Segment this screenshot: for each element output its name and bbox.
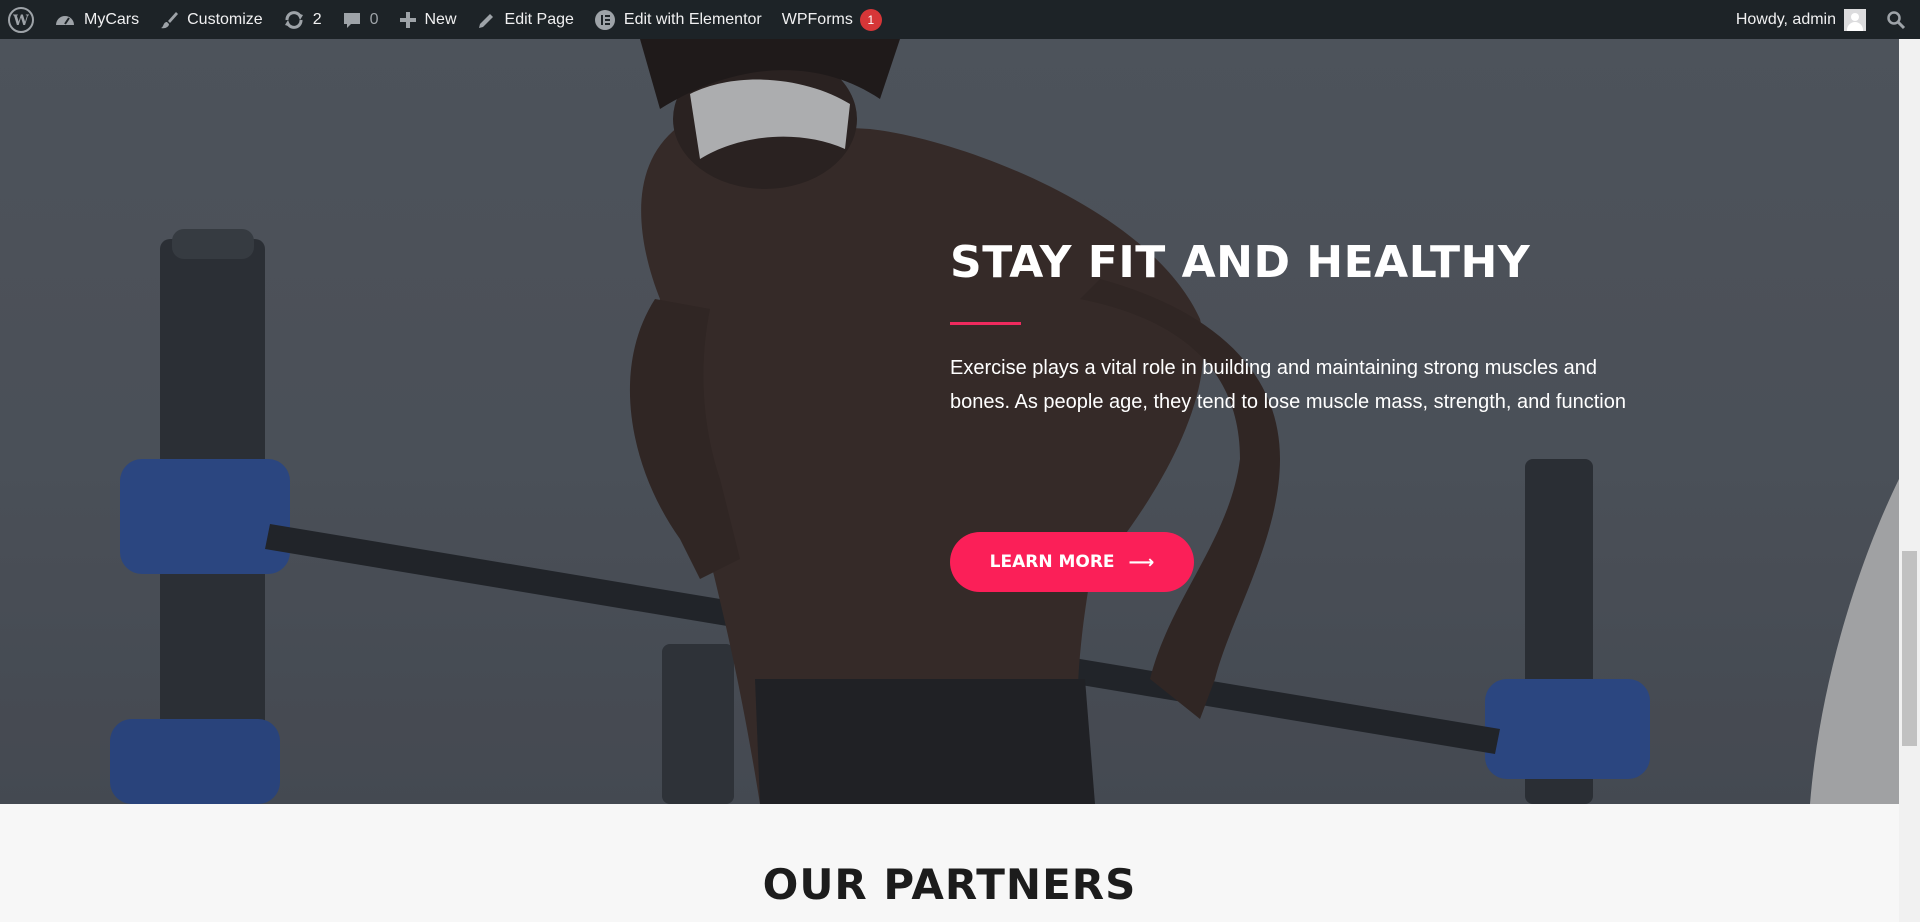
- new-label: New: [424, 10, 457, 28]
- hero-overlay: [0, 39, 1899, 804]
- updates-link[interactable]: 2: [273, 0, 332, 39]
- learn-more-label: LEARN MORE: [989, 552, 1115, 572]
- admin-search[interactable]: [1876, 0, 1920, 39]
- svg-text:W: W: [12, 13, 29, 29]
- customize-label: Customize: [187, 10, 263, 28]
- scrollbar-thumb[interactable]: [1902, 551, 1917, 746]
- edit-elementor-label: Edit with Elementor: [623, 10, 762, 28]
- wp-logo-menu[interactable]: W: [0, 0, 44, 39]
- pencil-icon: [478, 13, 493, 28]
- howdy-label: Howdy, admin: [1735, 10, 1836, 28]
- wpforms-menu[interactable]: WPForms 1: [772, 0, 892, 39]
- customize-link[interactable]: Customize: [149, 0, 273, 39]
- hero-section: STAY FIT AND HEALTHY Exercise plays a vi…: [0, 39, 1899, 804]
- elementor-icon: [594, 9, 615, 30]
- site-name-menu[interactable]: MyCars: [44, 0, 149, 39]
- hero-title: STAY FIT AND HEALTHY: [950, 237, 1531, 288]
- plus-icon: [399, 11, 416, 28]
- site-name-label: MyCars: [84, 10, 140, 28]
- wpforms-notification-badge: 1: [859, 8, 882, 31]
- my-account-menu[interactable]: Howdy, admin: [1726, 0, 1876, 39]
- comments-link[interactable]: 0: [332, 0, 389, 39]
- hero-description: Exercise plays a vital role in building …: [950, 357, 1626, 413]
- wpforms-label: WPForms: [781, 10, 853, 28]
- paintbrush-icon: [161, 11, 179, 28]
- user-avatar-icon: [1844, 8, 1866, 31]
- edit-page-link[interactable]: Edit Page: [467, 0, 584, 39]
- hero-divider: [950, 322, 1021, 325]
- new-content-menu[interactable]: New: [389, 0, 467, 39]
- updates-count: 2: [312, 10, 322, 28]
- learn-more-button[interactable]: LEARN MORE ⟶: [950, 532, 1194, 592]
- edit-elementor-link[interactable]: Edit with Elementor: [584, 0, 772, 39]
- comment-icon: [343, 12, 360, 28]
- search-icon: [1887, 10, 1906, 29]
- dashboard-icon: [56, 15, 74, 25]
- updates-icon: [284, 10, 303, 29]
- arrow-right-icon: ⟶: [1128, 551, 1155, 573]
- page-scrollbar[interactable]: [1899, 39, 1920, 922]
- partners-title: OUR PARTNERS: [762, 860, 1137, 909]
- wordpress-icon: W: [8, 6, 34, 33]
- edit-page-label: Edit Page: [504, 10, 574, 28]
- partners-section: OUR PARTNERS: [0, 804, 1899, 922]
- admin-bar: W MyCars Customize 2 0 New Edit Page Edi…: [0, 0, 1920, 39]
- comments-count: 0: [369, 10, 379, 28]
- hero-content: STAY FIT AND HEALTHY Exercise plays a vi…: [950, 237, 1670, 419]
